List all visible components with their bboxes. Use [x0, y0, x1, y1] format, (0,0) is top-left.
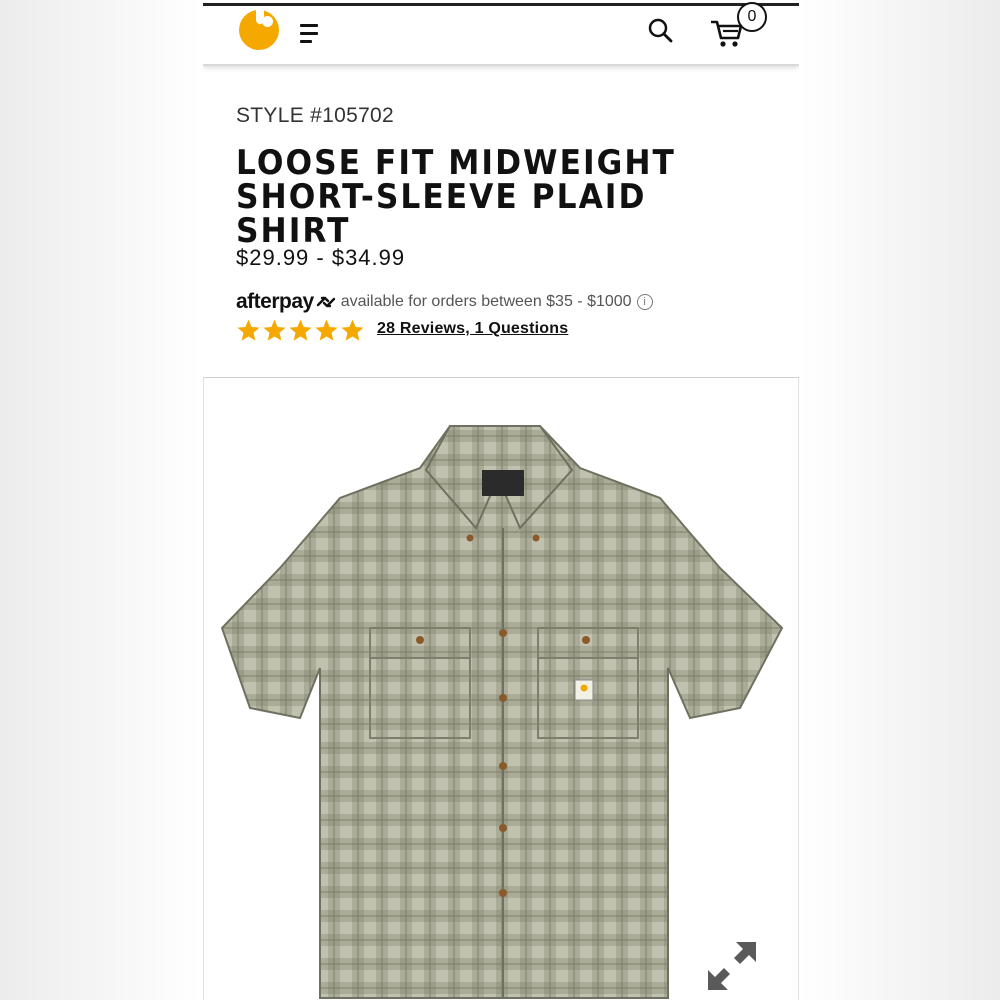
menu-line: [300, 24, 318, 27]
star-icon: [289, 319, 312, 341]
afterpay-arrows-icon: [316, 296, 335, 308]
star-icon: [263, 319, 286, 341]
carhartt-logo-icon[interactable]: [239, 10, 279, 50]
menu-line: [300, 40, 312, 43]
product-image-frame: [203, 377, 799, 1000]
expand-icon[interactable]: [704, 938, 760, 994]
star-icon: [237, 319, 260, 341]
header-divider: [203, 64, 799, 66]
star-rating: [236, 318, 365, 343]
mobile-viewport: 0 STYLE #105702 LOOSE FIT MIDWEIGHT SHOR…: [203, 0, 799, 1000]
product-title: LOOSE FIT MIDWEIGHT SHORT-SLEEVE PLAID S…: [236, 146, 751, 248]
search-icon[interactable]: [646, 16, 674, 44]
product-title-line-2: SHORT-SLEEVE PLAID SHIRT: [236, 177, 647, 251]
product-image[interactable]: [220, 418, 786, 1000]
reviews-questions-link[interactable]: 28 Reviews, 1 Questions: [377, 320, 568, 338]
price-range: $29.99 - $34.99: [236, 245, 406, 270]
afterpay-availability-text: available for orders between $35 - $1000: [340, 293, 632, 310]
info-icon[interactable]: i: [636, 294, 653, 310]
menu-line: [300, 32, 318, 35]
afterpay-logo: afterpay: [236, 290, 314, 313]
afterpay-row: afterpay available for orders between $3…: [236, 290, 653, 314]
menu-icon[interactable]: [300, 22, 322, 48]
star-icon: [341, 319, 364, 341]
site-header: 0: [203, 2, 799, 64]
logo-cutout-notch: [256, 10, 264, 24]
cart-count-badge[interactable]: 0: [737, 2, 767, 32]
style-number: STYLE #105702: [236, 104, 395, 127]
star-icon: [315, 319, 338, 341]
